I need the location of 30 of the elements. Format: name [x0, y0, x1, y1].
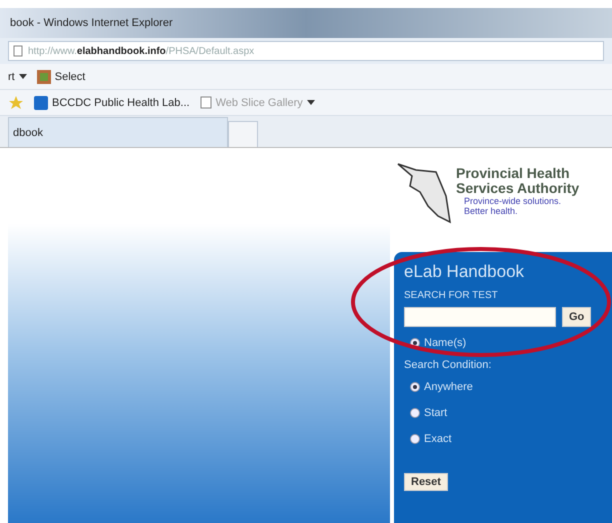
radio-button[interactable]: [410, 408, 420, 418]
radio-option[interactable]: Name(s): [410, 333, 602, 353]
browser-tab[interactable]: dbook: [8, 117, 228, 147]
radio-option[interactable]: Exact: [410, 429, 602, 449]
logo-tagline: Province-wide solutions.: [463, 196, 562, 206]
reset-button[interactable]: Reset: [404, 473, 448, 491]
radio-button[interactable]: [410, 382, 420, 392]
radio-button[interactable]: [410, 434, 420, 444]
page-icon: [200, 96, 212, 109]
command-menu[interactable]: rt: [8, 70, 27, 82]
search-label: SEARCH FOR TEST: [404, 290, 499, 301]
logo-name: Provincial Health: [456, 166, 571, 181]
logo-name: Services Authority: [456, 181, 580, 196]
window-title: book - Windows Internet Explorer: [10, 17, 173, 29]
go-button[interactable]: Go: [562, 307, 592, 327]
address-field[interactable]: http://www.elabhandbook.info/PHSA/Default.aspx: [8, 41, 604, 61]
dropdown-arrow-icon: [18, 74, 27, 79]
select-icon: [36, 70, 51, 84]
condition-label: Search Condition:: [404, 359, 492, 371]
panel-title: eLab Handbook: [404, 262, 526, 282]
search-field[interactable]: [404, 307, 556, 327]
star-icon[interactable]: [8, 96, 24, 110]
radio-option[interactable]: Start: [410, 403, 602, 423]
select-command[interactable]: Select: [36, 70, 86, 84]
favorite-link[interactable]: BCCDC Public Health Lab...: [34, 96, 190, 110]
site-icon: [34, 96, 48, 110]
radio-option[interactable]: Anywhere: [410, 377, 602, 397]
dropdown-arrow-icon: [306, 100, 315, 105]
page-icon: [13, 45, 23, 57]
logo-tagline: Better health.: [463, 206, 519, 216]
